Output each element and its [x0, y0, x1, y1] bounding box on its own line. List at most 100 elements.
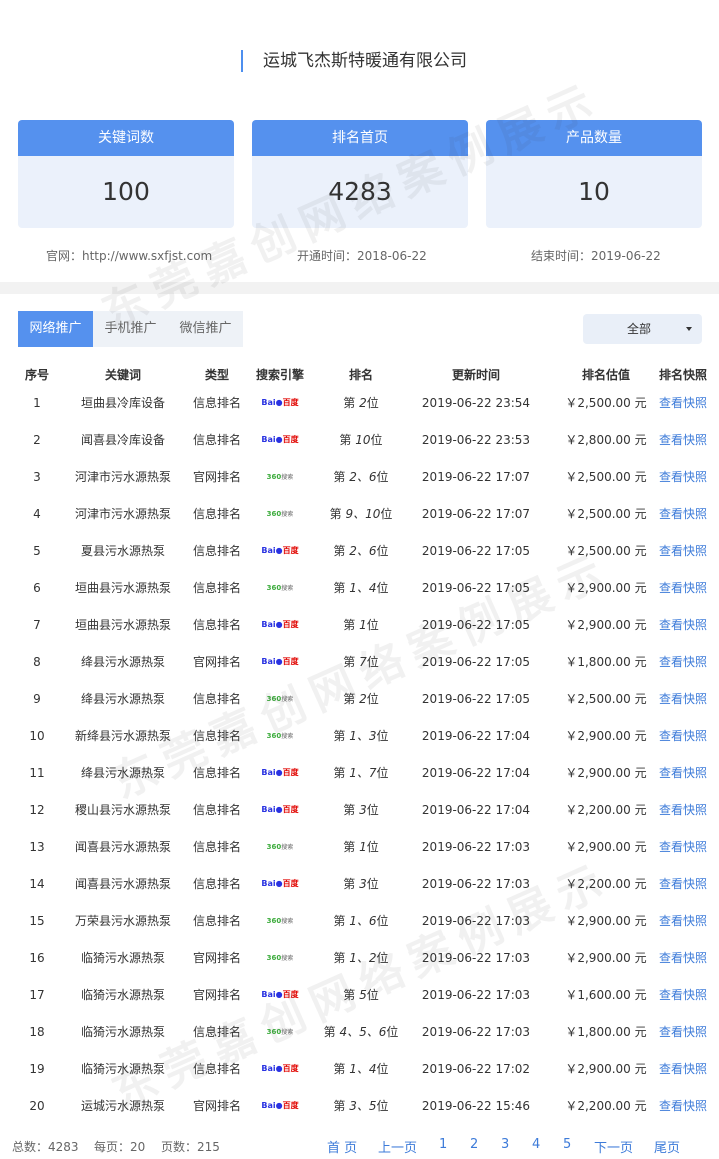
row-rank-value: ￥2,500.00 元: [565, 692, 647, 706]
baidu-logo-icon: Bai●百度: [261, 619, 299, 629]
table-row: 2 闻喜县冷库设备 信息排名 Bai●百度 第 10位 2019-06-22 23:53 ￥…: [0, 422, 719, 459]
table-row: 15 万荣县污水源热泵 信息排名 360搜索 第 1、6位 2019-06-22 17:0…: [0, 903, 719, 940]
row-update-time: 2019-06-22 17:04: [421, 729, 531, 743]
view-snapshot-link[interactable]: 查看快照: [655, 422, 711, 459]
pager-first[interactable]: 首 页: [327, 1137, 357, 1156]
row-rank: 第 1、4位: [333, 1062, 389, 1076]
view-snapshot-link[interactable]: 查看快照: [655, 681, 711, 718]
row-no: 4: [33, 507, 41, 521]
row-engine: Bai●百度: [251, 422, 309, 459]
row-engine: Bai●百度: [251, 533, 309, 570]
pager-page-5[interactable]: 5: [563, 1137, 571, 1152]
row-type: 信息排名: [192, 544, 241, 558]
filter-select[interactable]: 全部: [583, 314, 702, 344]
view-snapshot-link[interactable]: 查看快照: [655, 792, 711, 829]
row-update-time: 2019-06-22 23:53: [421, 433, 531, 447]
row-engine: 360搜索: [251, 496, 309, 533]
row-keyword: 绛县污水源热泵: [80, 655, 165, 669]
baidu-logo-icon: Bai●百度: [261, 434, 299, 444]
row-update-time: 2019-06-22 15:46: [421, 1099, 531, 1113]
row-keyword: 河津市污水源热泵: [74, 507, 171, 521]
pager-page-1[interactable]: 1: [439, 1137, 447, 1152]
row-type: 信息排名: [192, 729, 241, 743]
row-keyword: 垣曲县冷库设备: [80, 396, 165, 410]
view-snapshot-link[interactable]: 查看快照: [655, 459, 711, 496]
row-rank: 第 1、2位: [333, 951, 389, 965]
page-count: 页数：215: [161, 1140, 220, 1154]
view-snapshot-link[interactable]: 查看快照: [655, 1088, 711, 1125]
table-row: 20 运城污水源热泵 官网排名 Bai●百度 第 3、5位 2019-06-22 15:4…: [0, 1088, 719, 1125]
view-snapshot-link[interactable]: 查看快照: [655, 903, 711, 940]
view-snapshot-link[interactable]: 查看快照: [655, 829, 711, 866]
view-snapshot-link[interactable]: 查看快照: [655, 718, 711, 755]
end-date: 结束时间：2019-06-22: [531, 249, 661, 263]
row-rank: 第 2、6位: [333, 470, 389, 484]
view-snapshot-link[interactable]: 查看快照: [655, 977, 711, 1014]
pager-page-2[interactable]: 2: [470, 1137, 478, 1152]
view-snapshot-link[interactable]: 查看快照: [655, 570, 711, 607]
row-keyword: 闻喜县污水源热泵: [74, 840, 171, 854]
row-no: 13: [29, 840, 45, 854]
row-no: 15: [29, 914, 45, 928]
row-type: 信息排名: [192, 1025, 241, 1039]
tab-mobile-promotion[interactable]: 手机推广: [93, 311, 168, 347]
row-rank: 第 1、6位: [333, 914, 389, 928]
row-rank-value: ￥2,900.00 元: [565, 729, 647, 743]
view-snapshot-link[interactable]: 查看快照: [655, 533, 711, 570]
pager-page-4[interactable]: 4: [532, 1137, 540, 1152]
page-header: 运城飞杰斯特暖通有限公司: [0, 0, 719, 100]
tab-web-promotion[interactable]: 网络推广: [18, 311, 93, 347]
360-search-logo-icon: 360搜索: [266, 1027, 294, 1036]
360-search-logo-icon: 360搜索: [266, 842, 294, 851]
start-date: 开通时间：2018-06-22: [297, 249, 427, 263]
pager-prev[interactable]: 上一页: [378, 1137, 417, 1156]
promotion-tabs: 网络推广 手机推广 微信推广: [18, 311, 243, 347]
row-rank: 第 2位: [343, 396, 379, 410]
table-row: 14 闻喜县污水源热泵 信息排名 Bai●百度 第 3位 2019-06-22 17:03…: [0, 866, 719, 903]
row-rank: 第 1位: [343, 840, 379, 854]
row-no: 7: [33, 618, 41, 632]
pager-next[interactable]: 下一页: [594, 1137, 633, 1156]
row-type: 官网排名: [192, 655, 241, 669]
row-rank: 第 10位: [339, 433, 383, 447]
row-rank-value: ￥2,500.00 元: [565, 470, 647, 484]
row-type: 信息排名: [192, 692, 241, 706]
view-snapshot-link[interactable]: 查看快照: [655, 607, 711, 644]
pager-page-3[interactable]: 3: [501, 1137, 509, 1152]
tab-wechat-promotion[interactable]: 微信推广: [168, 311, 243, 347]
row-type: 信息排名: [192, 396, 241, 410]
row-rank-value: ￥2,900.00 元: [565, 1062, 647, 1076]
view-snapshot-link[interactable]: 查看快照: [655, 496, 711, 533]
row-rank: 第 1、7位: [333, 766, 389, 780]
view-snapshot-link[interactable]: 查看快照: [655, 755, 711, 792]
table-row: 5 夏县污水源热泵 信息排名 Bai●百度 第 2、6位 2019-06-22 17:05…: [0, 533, 719, 570]
row-no: 1: [33, 396, 41, 410]
header-type: 类型: [204, 368, 229, 382]
caret-down-icon: [686, 327, 692, 331]
table-header: 序号 关键词 类型 搜索引擎 排名 更新时间 排名估值 排名快照: [0, 365, 719, 385]
view-snapshot-link[interactable]: 查看快照: [655, 1014, 711, 1051]
view-snapshot-link[interactable]: 查看快照: [655, 866, 711, 903]
view-snapshot-link[interactable]: 查看快照: [655, 644, 711, 681]
filter-selected-value: 全部: [627, 322, 652, 336]
row-rank-value: ￥2,800.00 元: [565, 433, 647, 447]
360-search-logo-icon: 360搜索: [266, 509, 294, 518]
pager-last[interactable]: 尾页: [654, 1137, 680, 1156]
view-snapshot-link[interactable]: 查看快照: [655, 385, 711, 422]
row-update-time: 2019-06-22 17:05: [421, 544, 531, 558]
view-snapshot-link[interactable]: 查看快照: [655, 1051, 711, 1088]
row-rank: 第 5位: [343, 988, 379, 1002]
header-snapshot: 排名快照: [658, 368, 707, 382]
header-engine: 搜索引擎: [255, 368, 304, 382]
header-keyword: 关键词: [104, 368, 141, 382]
table-row: 1 垣曲县冷库设备 信息排名 Bai●百度 第 2位 2019-06-22 23:54 ￥2…: [0, 385, 719, 422]
view-snapshot-link[interactable]: 查看快照: [655, 940, 711, 977]
row-rank: 第 7位: [343, 655, 379, 669]
baidu-logo-icon: Bai●百度: [261, 989, 299, 999]
row-engine: Bai●百度: [251, 792, 309, 829]
row-type: 官网排名: [192, 1099, 241, 1113]
baidu-logo-icon: Bai●百度: [261, 1100, 299, 1110]
table-row: 18 临猗污水源热泵 信息排名 360搜索 第 4、5、6位 2019-06-22 17:…: [0, 1014, 719, 1051]
table-row: 17 临猗污水源热泵 官网排名 Bai●百度 第 5位 2019-06-22 17:03 ￥…: [0, 977, 719, 1014]
official-site: 官网：http://www.sxfjst.com: [46, 249, 213, 263]
